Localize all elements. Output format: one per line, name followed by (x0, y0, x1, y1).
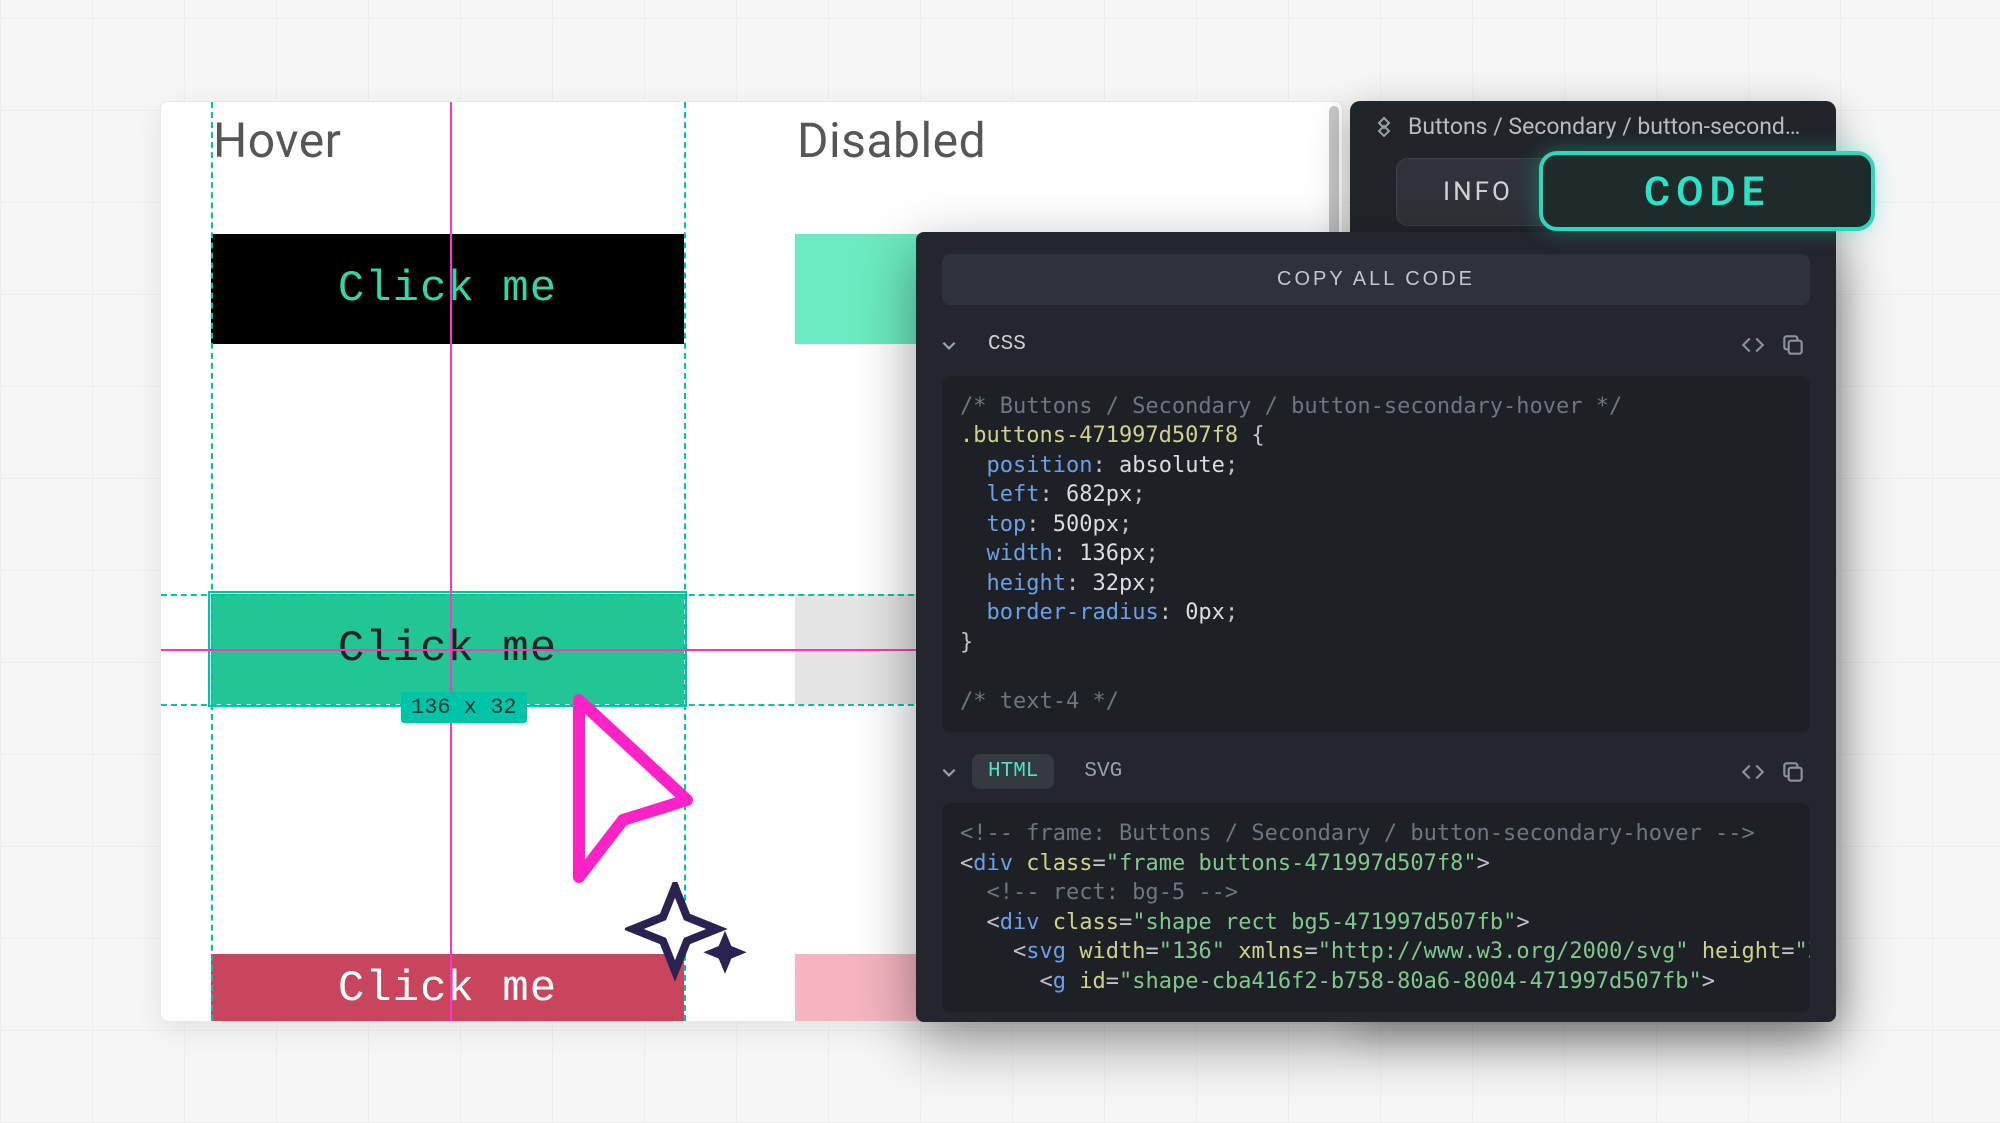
cursor-icon (569, 692, 709, 902)
button-hover-danger[interactable]: Click me (211, 954, 684, 1022)
code-css[interactable]: /* Buttons / Secondary / button-secondar… (942, 376, 1810, 732)
lang-label-css: CSS (972, 327, 1042, 362)
column-header-disabled: Disabled (797, 112, 986, 169)
copy-icon[interactable] (1780, 759, 1806, 785)
breadcrumb-text: Buttons / Secondary / button-second… (1408, 113, 1800, 140)
guide-line (211, 102, 213, 1021)
inspector-breadcrumb: Buttons / Secondary / button-second… (1350, 101, 1836, 144)
code-icon[interactable] (1740, 759, 1766, 785)
button-label: Click me (338, 964, 557, 1014)
button-hover-primary[interactable]: Click me (211, 234, 684, 344)
alignment-guide (450, 102, 452, 1021)
code-html[interactable]: <!-- frame: Buttons / Secondary / button… (942, 803, 1810, 1012)
dimension-badge: 136 x 32 (401, 692, 527, 723)
tab-svg[interactable]: SVG (1068, 754, 1138, 789)
sparkle-icon (625, 882, 755, 992)
chevron-down-icon (940, 336, 958, 354)
tab-html[interactable]: HTML (972, 754, 1054, 789)
button-label: Click me (338, 264, 557, 314)
section-css-header[interactable]: CSS (916, 305, 1836, 370)
tab-code[interactable]: CODE (1539, 151, 1875, 231)
copy-icon[interactable] (1780, 332, 1806, 358)
code-icon[interactable] (1740, 332, 1766, 358)
copy-all-button[interactable]: COPY ALL CODE (942, 254, 1810, 305)
tab-info[interactable]: INFO (1396, 158, 1560, 226)
code-panel: COPY ALL CODE CSS /* Buttons / Secondary… (916, 232, 1836, 1022)
section-html-header[interactable]: HTML SVG (916, 732, 1836, 797)
chevron-down-icon (940, 763, 958, 781)
column-header-hover: Hover (213, 112, 341, 169)
component-icon (1372, 115, 1396, 139)
